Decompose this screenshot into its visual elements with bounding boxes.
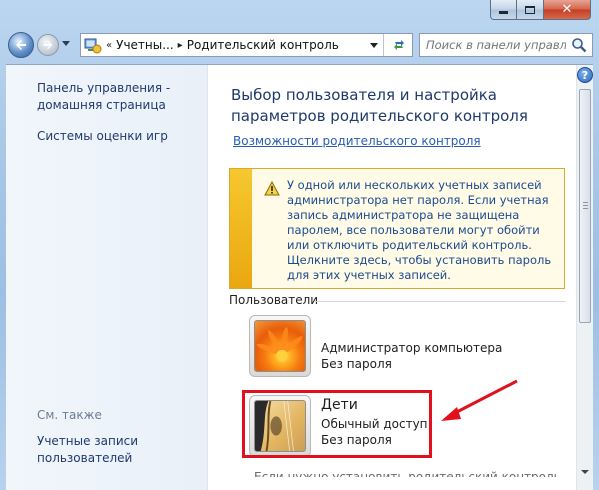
maximize-button[interactable] — [517, 0, 544, 20]
sidebar-link-game-ratings[interactable]: Системы оценки игр — [37, 128, 168, 145]
address-bar[interactable]: « Учетны... ▸ Родительский контроль — [80, 33, 413, 57]
close-icon: ✕ — [561, 2, 573, 17]
users-divider — [314, 301, 566, 302]
help-button[interactable]: ? — [577, 67, 593, 83]
back-arrow-icon — [16, 40, 26, 50]
user-tile-administrator[interactable]: Администратор компьютера Без пароля — [249, 315, 502, 379]
content-area: Панель управления - домашняя страница Си… — [6, 64, 593, 490]
minimize-button[interactable] — [490, 0, 517, 20]
users-heading: Пользователи — [229, 293, 319, 307]
sidebar-link-user-accounts[interactable]: Учетные записи пользователей — [37, 433, 167, 467]
flower-image — [256, 327, 303, 362]
annotation-highlight-box — [242, 390, 432, 458]
refresh-icon — [393, 40, 404, 50]
user-password-status: Без пароля — [321, 357, 392, 371]
scroll-down-arrow[interactable] — [581, 470, 589, 474]
navigation-bar: « Учетны... ▸ Родительский контроль — [6, 30, 593, 60]
admin-password-warning[interactable]: У одной или нескольких учетных записей а… — [229, 168, 565, 289]
main-panel: Выбор пользователя и настройка параметро… — [209, 65, 575, 490]
address-dropdown[interactable] — [370, 43, 378, 48]
sidebar: Панель управления - домашняя страница Си… — [6, 65, 208, 490]
search-icon — [572, 38, 587, 53]
warning-icon — [264, 181, 280, 196]
see-also-heading: См. также — [37, 408, 102, 422]
scroll-grip — [583, 202, 588, 203]
breadcrumb-item[interactable]: Учетны... — [116, 38, 174, 52]
minimize-icon — [499, 11, 508, 14]
warning-bar — [230, 169, 252, 288]
page-title: Выбор пользователя и настройка параметро… — [231, 86, 528, 125]
recent-pages-dropdown[interactable] — [62, 41, 70, 46]
maximize-icon — [525, 5, 535, 14]
vertical-scrollbar[interactable]: ? — [576, 65, 593, 490]
control-panel-icon — [84, 38, 102, 54]
caption-buttons: ✕ — [490, 0, 591, 20]
avatar-orange-flower — [249, 315, 311, 377]
cut-off-text: Если нужно установить родительский контр… — [254, 471, 564, 477]
close-button[interactable]: ✕ — [544, 0, 591, 20]
back-button[interactable] — [8, 32, 34, 58]
features-link[interactable]: Возможности родительского контроля — [233, 134, 481, 148]
user-name: Администратор компьютера — [321, 341, 503, 355]
scroll-thumb[interactable] — [579, 89, 591, 323]
warning-text[interactable]: У одной или нескольких учетных записей а… — [287, 178, 557, 283]
search-box[interactable] — [419, 33, 593, 57]
forward-button[interactable] — [37, 34, 59, 56]
address-divider — [383, 34, 384, 56]
annotation-arrow-icon — [441, 379, 518, 421]
refresh-button[interactable] — [385, 34, 412, 56]
search-input[interactable] — [426, 38, 566, 52]
window-frame: ✕ « Учетны... ▸ Родительский контроль По… — [0, 0, 599, 490]
breadcrumb-separator[interactable]: ▸ — [178, 40, 183, 51]
breadcrumb-overflow[interactable]: « — [106, 40, 112, 51]
breadcrumb-item[interactable]: Родительский контроль — [187, 38, 339, 52]
forward-arrow-icon — [43, 40, 53, 50]
sidebar-link-home[interactable]: Панель управления - домашняя страница — [37, 80, 187, 114]
